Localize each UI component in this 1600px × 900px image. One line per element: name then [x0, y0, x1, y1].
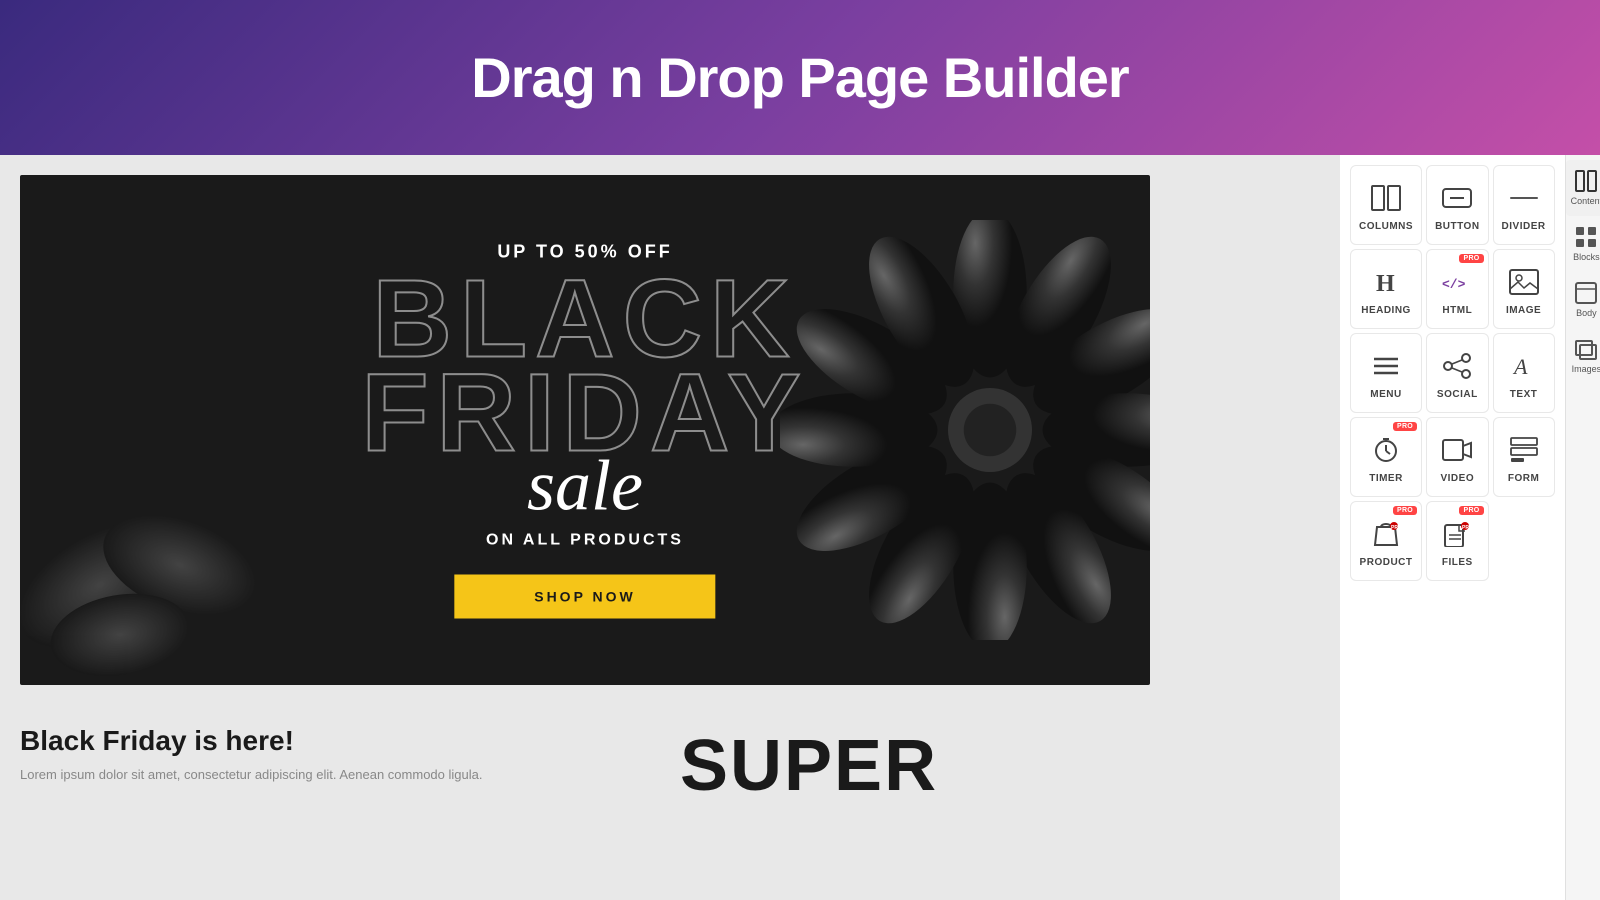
- heading-icon: H: [1371, 267, 1401, 297]
- images-tab-label: Images: [1572, 364, 1600, 374]
- element-panels: COLUMNS BUTTON: [1340, 155, 1565, 900]
- product-icon: PRO: [1371, 519, 1401, 549]
- columns-icon: [1371, 183, 1401, 213]
- svg-text:A: A: [1512, 354, 1528, 379]
- sidebar-tab-content[interactable]: Content: [1566, 160, 1600, 216]
- svg-text:</>: </>: [1442, 277, 1466, 292]
- html-label: HTML: [1442, 305, 1472, 316]
- divider-icon: [1509, 183, 1539, 213]
- menu-label: MENU: [1370, 389, 1401, 400]
- product-pro-badge: PRO: [1393, 506, 1417, 515]
- element-text[interactable]: A TEXT: [1493, 333, 1555, 413]
- element-menu[interactable]: MENU: [1350, 333, 1422, 413]
- blocks-icon: [1575, 226, 1597, 248]
- svg-text:H: H: [1376, 271, 1395, 295]
- element-button[interactable]: BUTTON: [1426, 165, 1488, 245]
- social-label: SOCIAL: [1437, 389, 1478, 400]
- button-icon: [1442, 183, 1472, 213]
- sidebar: COLUMNS BUTTON: [1340, 155, 1600, 900]
- blocks-tab-label: Blocks: [1573, 252, 1600, 262]
- form-icon: [1509, 435, 1539, 465]
- timer-pro-badge: PRO: [1393, 422, 1417, 431]
- shop-now-button[interactable]: SHOP NOW: [454, 575, 716, 619]
- body-tab-label: Body: [1576, 308, 1597, 318]
- text-icon: A: [1509, 351, 1539, 381]
- main-area: UP TO 50% OFF BLACK FRIDAY sale ON ALL P…: [0, 155, 1600, 900]
- files-label: FILES: [1442, 557, 1473, 568]
- canvas: UP TO 50% OFF BLACK FRIDAY sale ON ALL P…: [0, 155, 1340, 900]
- video-label: VIDEO: [1440, 473, 1474, 484]
- content-icon: [1575, 170, 1597, 192]
- text-label: TEXT: [1510, 389, 1538, 400]
- form-label: FORM: [1508, 473, 1539, 484]
- button-label: BUTTON: [1435, 221, 1479, 232]
- svg-text:PRO: PRO: [1462, 525, 1471, 531]
- timer-label: TIMER: [1369, 473, 1403, 484]
- html-pro-badge: PRO: [1459, 254, 1483, 263]
- banner-products-text: ON ALL PRODUCTS: [361, 532, 808, 550]
- body-icon: [1575, 282, 1597, 304]
- html-icon: </>: [1442, 267, 1472, 297]
- element-heading[interactable]: H HEADING: [1350, 249, 1422, 329]
- element-html[interactable]: PRO </> HTML: [1426, 249, 1488, 329]
- menu-icon: [1371, 351, 1401, 381]
- bottom-ribbon-decoration: [20, 485, 270, 685]
- divider-label: DIVIDER: [1502, 221, 1546, 232]
- banner-content: UP TO 50% OFF BLACK FRIDAY sale ON ALL P…: [361, 242, 808, 619]
- files-icon: PRO: [1442, 519, 1472, 549]
- element-video[interactable]: VIDEO: [1426, 417, 1488, 497]
- timer-icon: [1371, 435, 1401, 465]
- below-paragraph: Lorem ipsum dolor sit amet, consectetur …: [20, 765, 660, 785]
- element-divider[interactable]: DIVIDER: [1493, 165, 1555, 245]
- banner: UP TO 50% OFF BLACK FRIDAY sale ON ALL P…: [20, 175, 1150, 685]
- element-timer[interactable]: PRO TIMER: [1350, 417, 1422, 497]
- content-tab-label: Content: [1571, 196, 1600, 206]
- header: Drag n Drop Page Builder: [0, 0, 1600, 155]
- element-columns[interactable]: COLUMNS: [1350, 165, 1422, 245]
- element-files[interactable]: PRO PRO FILES: [1426, 501, 1488, 581]
- page-title: Drag n Drop Page Builder: [471, 45, 1128, 110]
- video-icon: [1442, 435, 1472, 465]
- social-icon: [1442, 351, 1472, 381]
- below-left-content: Black Friday is here! Lorem ipsum dolor …: [20, 725, 660, 807]
- below-right-content: SUPER: [680, 725, 1320, 807]
- sidebar-tab-body[interactable]: Body: [1566, 272, 1600, 328]
- below-banner-section: Black Friday is here! Lorem ipsum dolor …: [20, 705, 1320, 827]
- image-icon: [1509, 267, 1539, 297]
- element-image[interactable]: IMAGE: [1493, 249, 1555, 329]
- columns-label: COLUMNS: [1359, 221, 1413, 232]
- files-pro-badge: PRO: [1459, 506, 1483, 515]
- images-icon: [1575, 338, 1597, 360]
- svg-text:PRO: PRO: [1391, 525, 1400, 531]
- element-grid: COLUMNS BUTTON: [1350, 165, 1555, 581]
- heading-label: HEADING: [1361, 305, 1411, 316]
- super-text: SUPER: [680, 725, 938, 807]
- sidebar-icon-strip: Content Blocks Body: [1565, 155, 1600, 900]
- sidebar-tab-blocks[interactable]: Blocks: [1566, 216, 1600, 272]
- gift-bow-decoration: [780, 220, 1150, 640]
- element-form[interactable]: FORM: [1493, 417, 1555, 497]
- image-label: IMAGE: [1506, 305, 1541, 316]
- black-friday-heading: Black Friday is here!: [20, 725, 660, 757]
- element-social[interactable]: SOCIAL: [1426, 333, 1488, 413]
- sidebar-tab-images[interactable]: Images: [1566, 328, 1600, 384]
- product-label: PRODUCT: [1360, 557, 1413, 568]
- element-product[interactable]: PRO PRO PRODUCT: [1350, 501, 1422, 581]
